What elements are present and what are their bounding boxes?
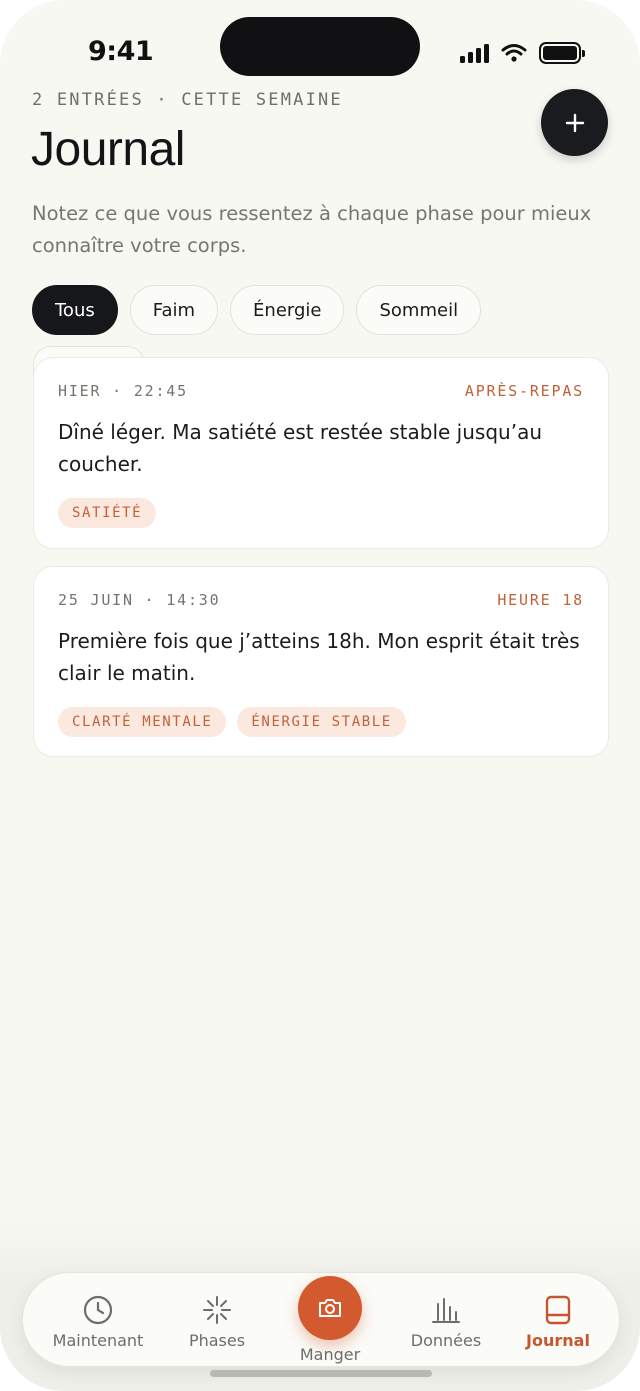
- entry-tags: CLARTÉ MENTALE ÉNERGIE STABLE: [58, 707, 584, 737]
- page-subtitle: Notez ce que vous ressentez à chaque pha…: [32, 202, 592, 257]
- entry-date: 25 JUIN · 14:30: [58, 591, 221, 609]
- home-indicator: [210, 1370, 432, 1377]
- journal-entry-card[interactable]: HIER · 22:45 APRÈS-REPAS Dîné léger. Ma …: [33, 357, 609, 549]
- nav-label: Journal: [526, 1331, 590, 1350]
- nav-label: Données: [410, 1331, 482, 1350]
- entry-tag: CLARTÉ MENTALE: [58, 707, 227, 737]
- entry-meta: 25 JUIN · 14:30 HEURE 18: [58, 591, 584, 609]
- filter-chips: Tous Faim Énergie Sommeil: [32, 285, 482, 335]
- nav-item-donnees[interactable]: Données: [386, 1273, 506, 1368]
- nav-item-maintenant[interactable]: Maintenant: [38, 1273, 158, 1368]
- entry-phase: APRÈS-REPAS: [464, 382, 584, 400]
- nav-label: Manger: [299, 1345, 361, 1364]
- entry-meta: HIER · 22:45 APRÈS-REPAS: [58, 382, 584, 400]
- camera-icon: [319, 1299, 341, 1317]
- filter-chip-faim[interactable]: Faim: [129, 285, 219, 335]
- filter-chip-tous[interactable]: Tous: [32, 285, 118, 335]
- book-icon: [545, 1295, 571, 1325]
- add-entry-button[interactable]: [541, 89, 608, 156]
- plus-icon: [565, 113, 584, 132]
- entries-count: 2 ENTRÉES · CETTE SEMAINE: [32, 90, 343, 110]
- nav-item-manger[interactable]: [298, 1276, 362, 1340]
- phone-screen: 9:41 2 ENTRÉES · CETTE SEMAINE Journal N…: [0, 0, 640, 1391]
- entry-date: HIER · 22:45: [58, 382, 188, 400]
- journal-entry-card[interactable]: 25 JUIN · 14:30 HEURE 18 Première fois q…: [33, 566, 609, 757]
- entry-phase: HEURE 18: [497, 591, 584, 609]
- sparkle-icon: [203, 1296, 231, 1324]
- filter-chip-sommeil[interactable]: Sommeil: [356, 285, 482, 335]
- entry-text: Dîné léger. Ma satiété est restée stable…: [58, 420, 542, 476]
- entry-tag: SATIÉTÉ: [58, 498, 157, 528]
- dynamic-island: [220, 17, 420, 76]
- nav-label: Phases: [188, 1331, 246, 1350]
- entry-tags: SATIÉTÉ: [58, 498, 584, 528]
- status-time: 9:41: [88, 36, 154, 67]
- bar-chart-icon: [432, 1298, 460, 1323]
- page-title: Journal: [31, 123, 185, 176]
- nav-item-journal[interactable]: Journal: [498, 1273, 618, 1368]
- entry-text: Première fois que j’atteins 18h. Mon esp…: [58, 629, 580, 685]
- status-icons: [460, 40, 585, 66]
- entry-tag: ÉNERGIE STABLE: [237, 707, 406, 737]
- cellular-signal-icon: [460, 43, 489, 63]
- filter-chip-energie[interactable]: Énergie: [230, 285, 345, 335]
- wifi-icon: [501, 44, 527, 62]
- nav-item-phases[interactable]: Phases: [157, 1273, 277, 1368]
- nav-label: Maintenant: [52, 1331, 144, 1350]
- clock-icon: [83, 1295, 113, 1325]
- battery-icon: [539, 42, 585, 64]
